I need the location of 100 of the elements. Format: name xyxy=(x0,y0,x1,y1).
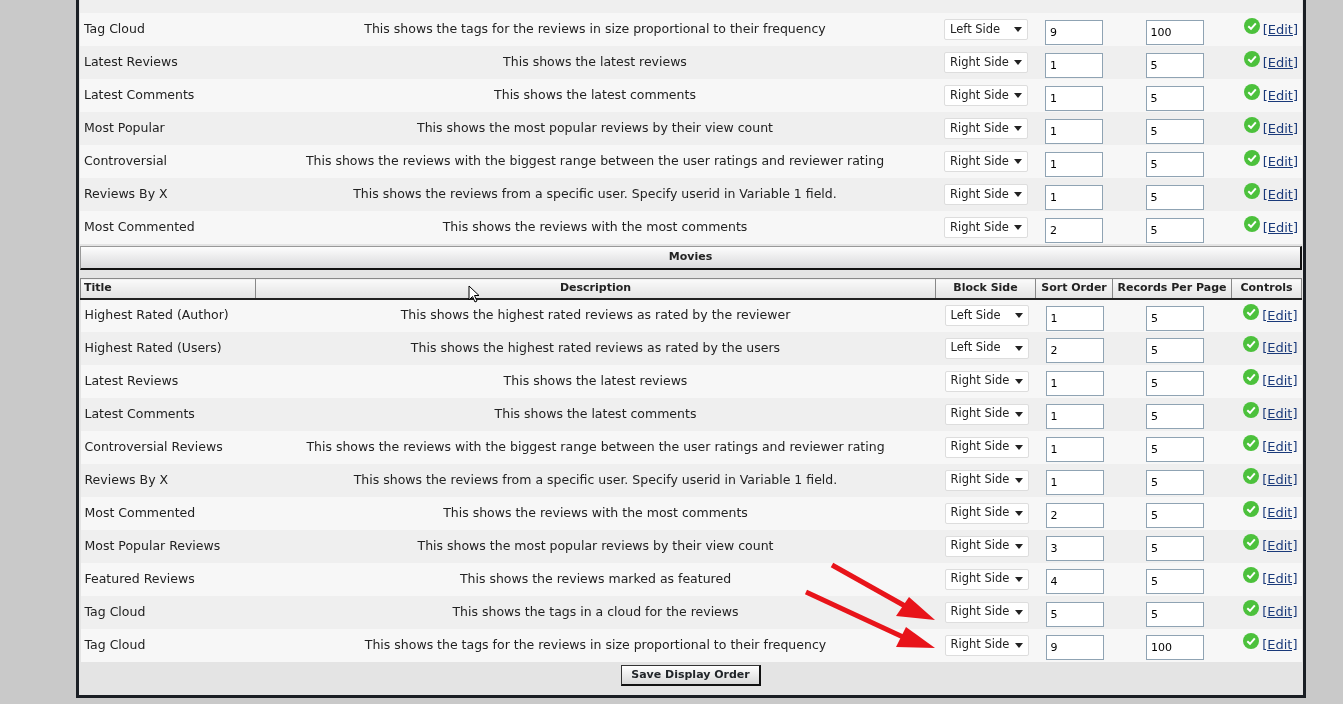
check-icon[interactable] xyxy=(1243,182,1260,199)
column-header: Sort Order xyxy=(1035,278,1113,299)
title-cell: Reviews By X xyxy=(80,178,255,211)
check-icon[interactable] xyxy=(1243,17,1260,34)
sort-order-field[interactable]: 1 xyxy=(1045,437,1104,462)
title-cell: Most Popular Reviews xyxy=(80,529,256,563)
sort-order-field[interactable]: 2 xyxy=(1045,217,1103,243)
description-cell: This shows the tags in a cloud for the reviews xyxy=(255,595,936,629)
caret-icon xyxy=(1014,93,1022,98)
block-side-select[interactable]: Left Side xyxy=(944,337,1029,359)
block-side-select[interactable]: Right Side xyxy=(944,469,1029,491)
sort-order-field[interactable]: 1 xyxy=(1045,52,1103,78)
description-cell: This shows the reviews from a specific user. Specify userid in Variable 1 field. xyxy=(255,178,935,211)
records-per-page-field[interactable]: 100 xyxy=(1146,635,1204,660)
block-side-select[interactable]: Right Side xyxy=(944,184,1028,205)
sort-order-field[interactable]: 1 xyxy=(1045,151,1103,177)
check-icon[interactable] xyxy=(1243,369,1260,386)
description-cell: This shows the latest reviews xyxy=(255,364,936,398)
caret-icon xyxy=(1014,444,1023,450)
caret-icon xyxy=(1014,378,1023,384)
description-cell: This shows the highest rated reviews as rated by the users xyxy=(255,331,936,365)
sort-order-field[interactable]: 9 xyxy=(1045,635,1104,660)
records-per-page-field[interactable]: 5 xyxy=(1146,536,1204,561)
title-cell: Highest Rated (Users) xyxy=(80,331,256,365)
records-per-page-field[interactable]: 100 xyxy=(1145,19,1204,45)
check-icon[interactable] xyxy=(1243,215,1260,232)
check-icon[interactable] xyxy=(1243,600,1260,617)
records-per-page-field[interactable]: 5 xyxy=(1145,151,1204,177)
description-cell: This shows the reviews with the most comments xyxy=(255,496,936,530)
check-icon[interactable] xyxy=(1243,149,1260,166)
check-icon[interactable] xyxy=(1243,336,1260,353)
block-side-select[interactable]: Right Side xyxy=(944,151,1028,172)
check-icon[interactable] xyxy=(1243,633,1260,650)
caret-icon xyxy=(1014,225,1022,230)
check-icon[interactable] xyxy=(1243,468,1260,485)
records-per-page-field[interactable]: 5 xyxy=(1146,503,1204,528)
block-side-select[interactable]: Right Side xyxy=(944,118,1028,139)
caret-icon xyxy=(1014,609,1023,615)
check-icon[interactable] xyxy=(1243,435,1260,452)
description-cell: This shows the reviews from a specific user. Specify userid in Variable 1 field. xyxy=(255,463,936,497)
check-icon[interactable] xyxy=(1243,534,1260,551)
caret-icon xyxy=(1014,576,1023,582)
sort-order-field[interactable]: 1 xyxy=(1045,470,1104,495)
check-icon[interactable] xyxy=(1243,402,1260,419)
block-side-select[interactable]: Right Side xyxy=(944,535,1029,557)
check-icon[interactable] xyxy=(1243,567,1260,584)
block-side-select[interactable]: Right Side xyxy=(944,370,1029,392)
records-per-page-field[interactable]: 5 xyxy=(1145,118,1204,144)
caret-icon xyxy=(1014,477,1023,483)
title-cell: Latest Reviews xyxy=(80,364,256,398)
block-side-select[interactable]: Right Side xyxy=(944,601,1029,623)
sort-order-field[interactable]: 2 xyxy=(1045,503,1104,528)
sort-order-field[interactable]: 2 xyxy=(1045,338,1104,363)
records-per-page-field[interactable]: 5 xyxy=(1146,470,1204,495)
records-per-page-field[interactable]: 5 xyxy=(1146,371,1204,396)
sort-order-field[interactable]: 1 xyxy=(1045,371,1104,396)
check-icon[interactable] xyxy=(1243,501,1260,518)
block-side-select[interactable]: Right Side xyxy=(944,634,1029,656)
block-side-select[interactable]: Left Side xyxy=(944,19,1028,40)
save-button[interactable]: Save Display Order xyxy=(621,664,761,687)
section-header-bar: Movies xyxy=(80,246,1302,270)
description-cell: This shows the latest comments xyxy=(255,397,936,431)
description-cell: This shows the highest rated reviews as rated by the reviewer xyxy=(255,298,936,332)
sort-order-field[interactable]: 9 xyxy=(1045,19,1103,45)
records-per-page-field[interactable]: 5 xyxy=(1146,305,1204,331)
sort-order-field[interactable]: 1 xyxy=(1045,118,1103,144)
check-icon[interactable] xyxy=(1243,303,1260,320)
block-side-select[interactable]: Right Side xyxy=(944,436,1029,458)
block-side-select[interactable]: Right Side xyxy=(944,568,1029,590)
column-header: Description xyxy=(255,278,936,299)
check-icon[interactable] xyxy=(1243,116,1260,133)
block-side-select[interactable]: Right Side xyxy=(944,403,1029,425)
sort-order-field[interactable]: 4 xyxy=(1045,569,1104,594)
records-per-page-field[interactable]: 5 xyxy=(1146,404,1204,429)
title-cell: Latest Comments xyxy=(80,397,256,431)
sort-order-field[interactable]: 1 xyxy=(1045,184,1103,210)
records-per-page-field[interactable]: 5 xyxy=(1146,338,1204,363)
block-side-select[interactable]: Right Side xyxy=(944,502,1029,524)
records-per-page-field[interactable]: 5 xyxy=(1145,217,1204,243)
records-per-page-field[interactable]: 5 xyxy=(1146,569,1204,594)
sort-order-field[interactable]: 5 xyxy=(1045,602,1104,627)
records-per-page-field[interactable]: 5 xyxy=(1145,184,1204,210)
check-icon[interactable] xyxy=(1243,50,1260,67)
description-cell: This shows the tags for the reviews in size proportional to their frequency xyxy=(255,628,936,662)
block-side-select[interactable]: Right Side xyxy=(944,85,1028,106)
records-per-page-field[interactable]: 5 xyxy=(1146,437,1204,462)
sort-order-field[interactable]: 1 xyxy=(1045,305,1104,331)
block-side-select[interactable]: Right Side xyxy=(944,217,1028,238)
sort-order-field[interactable]: 1 xyxy=(1045,404,1104,429)
title-cell: Controversial xyxy=(80,145,255,178)
block-side-select[interactable]: Right Side xyxy=(944,52,1028,73)
records-per-page-field[interactable]: 5 xyxy=(1145,52,1204,78)
sort-order-field[interactable]: 1 xyxy=(1045,85,1103,111)
check-icon[interactable] xyxy=(1243,83,1260,100)
title-cell: Most Commented xyxy=(80,211,255,244)
records-per-page-field[interactable]: 5 xyxy=(1146,602,1204,627)
records-per-page-field[interactable]: 5 xyxy=(1145,85,1204,111)
block-side-select[interactable]: Left Side xyxy=(944,305,1029,326)
sort-order-field[interactable]: 3 xyxy=(1045,536,1104,561)
title-cell: Controversial Reviews xyxy=(80,430,256,464)
